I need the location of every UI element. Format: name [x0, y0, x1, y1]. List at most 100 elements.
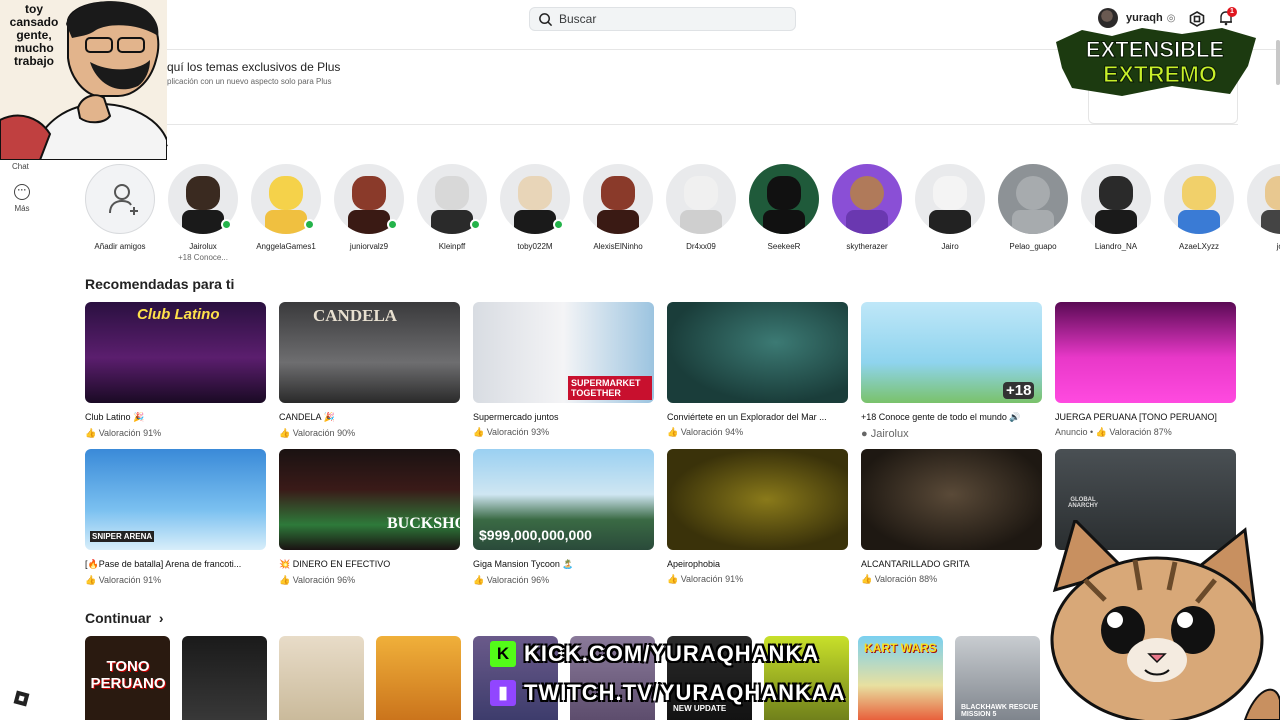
thumbnail-title: CANDELA: [313, 306, 398, 325]
add-friend-icon: [85, 164, 155, 234]
friend-name: Dr4xx09: [686, 242, 716, 251]
game-thumbnail: [861, 449, 1042, 550]
nav-more[interactable]: ··· Más: [0, 184, 44, 213]
friend-anggelagames1[interactable]: AnggelaGames1: [248, 164, 324, 251]
kick-icon: K: [490, 641, 516, 667]
game-rating: 👍 Valoración 90%: [279, 428, 356, 438]
twitch-url: TWITCH.TV/YURAQHANKAA: [524, 680, 846, 705]
friend-name: skytherazer: [846, 242, 888, 251]
online-indicator: [470, 219, 481, 230]
meme-caption: toy cansado gente, mucho trabajo: [9, 2, 59, 68]
friend-name: Liandro_NA: [1094, 242, 1138, 251]
friend-dr4xx09[interactable]: Dr4xx09: [663, 164, 739, 251]
friend-name: Jairolux: [189, 242, 217, 251]
friend-seekeer[interactable]: SeekeeR: [746, 164, 822, 251]
online-indicator: [304, 219, 315, 230]
avatar: [583, 164, 653, 234]
logo-line2: EXTREMO: [1103, 61, 1217, 87]
game-card[interactable]: Club Latino Club Latino 🎉 👍 Valoración 9…: [85, 302, 266, 439]
user-profile[interactable]: yuraqh ◎: [1098, 8, 1175, 28]
game-rating: 👍 Valoración 91%: [85, 428, 162, 438]
avatar: [1247, 164, 1280, 234]
friend-alexiselninho[interactable]: AlexisElNinho: [580, 164, 656, 251]
thumbnail-title: +18: [1003, 382, 1035, 399]
avatar: [998, 164, 1068, 234]
search-icon: [539, 12, 553, 26]
continue-card[interactable]: BLACKHAWK RESCUE MISSION 5: [955, 636, 1040, 720]
friend-name: juniorvalz9: [349, 242, 389, 251]
game-rating: 👍 Valoración 94%: [667, 427, 744, 437]
game-rating: 👍 Valoración 96%: [279, 575, 356, 585]
nav-chat[interactable]: Chat: [12, 162, 29, 171]
game-card[interactable]: ALCANTARILLADO GRITA 👍 Valoración 88%: [861, 449, 1042, 585]
online-indicator: [221, 219, 232, 230]
continue-card[interactable]: TONO PERUANO: [85, 636, 170, 720]
avatar: [666, 164, 736, 234]
avatar: [1164, 164, 1234, 234]
game-creator: ● Jairolux: [861, 428, 1042, 440]
friend-toby022m[interactable]: toby022M: [497, 164, 573, 251]
roblox-logo-icon[interactable]: [13, 690, 30, 707]
thumbnail-title: BLACKHAWK RESCUE MISSION 5: [961, 704, 1038, 718]
friend-pelao-guapo[interactable]: Pelao_guapo: [995, 164, 1071, 251]
game-card[interactable]: BUCKSHOT 💥 DINERO EN EFECTIVO 👍 Valoraci…: [279, 449, 460, 586]
friend-name: AnggelaGames1: [256, 242, 316, 251]
game-thumbnail: Club Latino: [85, 302, 266, 403]
game-rating: 👍 Valoración 96%: [473, 575, 550, 585]
avatar[interactable]: [1098, 8, 1118, 28]
game-thumbnail: SNIPER ARENA: [85, 449, 266, 550]
game-card[interactable]: JUERGA PERUANA [TONO PERUANO] Anuncio • …: [1055, 302, 1236, 438]
game-card[interactable]: Apeirophobia 👍 Valoración 91%: [667, 449, 848, 585]
friend-activity: +18 Conoce...: [177, 253, 229, 262]
continue-card[interactable]: [376, 636, 461, 720]
friend-juniorvalz9[interactable]: juniorvalz9: [331, 164, 407, 251]
stream-links-overlay: K KICK.COM/YURAQHANKA ▮ TWITCH.TV/YURAQH…: [490, 640, 845, 710]
cartoon-cat-image: [1050, 520, 1280, 720]
logo-line1: EXTENSIBLE: [1086, 37, 1224, 62]
friend-name: AzaeLXyzz: [1178, 242, 1220, 251]
continue-card[interactable]: [182, 636, 267, 720]
premium-icon: ◎: [1166, 12, 1176, 24]
game-card[interactable]: SUPERMARKET TOGETHER Supermercado juntos…: [473, 302, 654, 438]
online-indicator: [387, 219, 398, 230]
game-title: JUERGA PERUANA [TONO PERUANO]: [1055, 412, 1217, 422]
friend-jairolux[interactable]: Jairolux +18 Conoce...: [165, 164, 241, 262]
continue-card[interactable]: KART WARS: [858, 636, 943, 720]
avatar: [749, 164, 819, 234]
game-card[interactable]: $999,000,000,000 Giga Mansion Tycoon 🏝️ …: [473, 449, 654, 586]
game-card[interactable]: SNIPER ARENA [🔥Pase de batalla] Arena de…: [85, 449, 266, 586]
game-thumbnail: CANDELA: [279, 302, 460, 403]
friend-kleinpff[interactable]: Kleinpff: [414, 164, 490, 251]
kick-link: K KICK.COM/YURAQHANKA: [490, 641, 819, 667]
meme-overlay: toy cansado gente, mucho trabajo: [0, 0, 167, 160]
friend-skytherazer[interactable]: skytherazer: [829, 164, 905, 251]
friends-row: Añadir amigos Jairolux +18 Conoce... Ang…: [85, 164, 1280, 264]
chevron-right-icon: ›: [155, 610, 164, 626]
continue-card[interactable]: [279, 636, 364, 720]
search-input[interactable]: [559, 12, 759, 26]
game-card[interactable]: Conviértete en un Explorador del Mar ...…: [667, 302, 848, 438]
friend-name: Jairo: [941, 242, 959, 251]
friend-joa[interactable]: joa: [1244, 164, 1280, 251]
friend-jairo[interactable]: Jairo: [912, 164, 988, 251]
friend-liandro-na[interactable]: Liandro_NA: [1078, 164, 1154, 251]
game-rating: 👍 Valoración 93%: [473, 427, 550, 437]
friend-azaelxyzz[interactable]: AzaeLXyzz: [1161, 164, 1237, 251]
nav-more-label: Más: [14, 204, 30, 213]
add-friends[interactable]: Añadir amigos: [82, 164, 158, 251]
scrollbar[interactable]: [1276, 40, 1280, 85]
friend-name: Añadir amigos: [94, 242, 146, 251]
game-thumbnail: $999,000,000,000: [473, 449, 654, 550]
game-title: 💥 DINERO EN EFECTIVO: [279, 559, 391, 569]
game-card[interactable]: +18 +18 Conoce gente de todo el mundo 🔊 …: [861, 302, 1042, 440]
thumbnail-title: BUCKSHOT: [387, 515, 460, 532]
game-title: Apeirophobia: [667, 559, 721, 569]
robux-icon[interactable]: [1189, 11, 1205, 27]
friend-name: AlexisElNinho: [593, 242, 643, 251]
creator-name: Jairolux: [870, 428, 909, 440]
game-card[interactable]: CANDELA CANDELA 🎉 👍 Valoración 90%: [279, 302, 460, 439]
friend-name: Pelao_guapo: [1009, 242, 1057, 251]
search-box[interactable]: [529, 7, 796, 31]
game-thumbnail: [667, 449, 848, 550]
section-title-continue[interactable]: Continuar ›: [85, 610, 164, 626]
